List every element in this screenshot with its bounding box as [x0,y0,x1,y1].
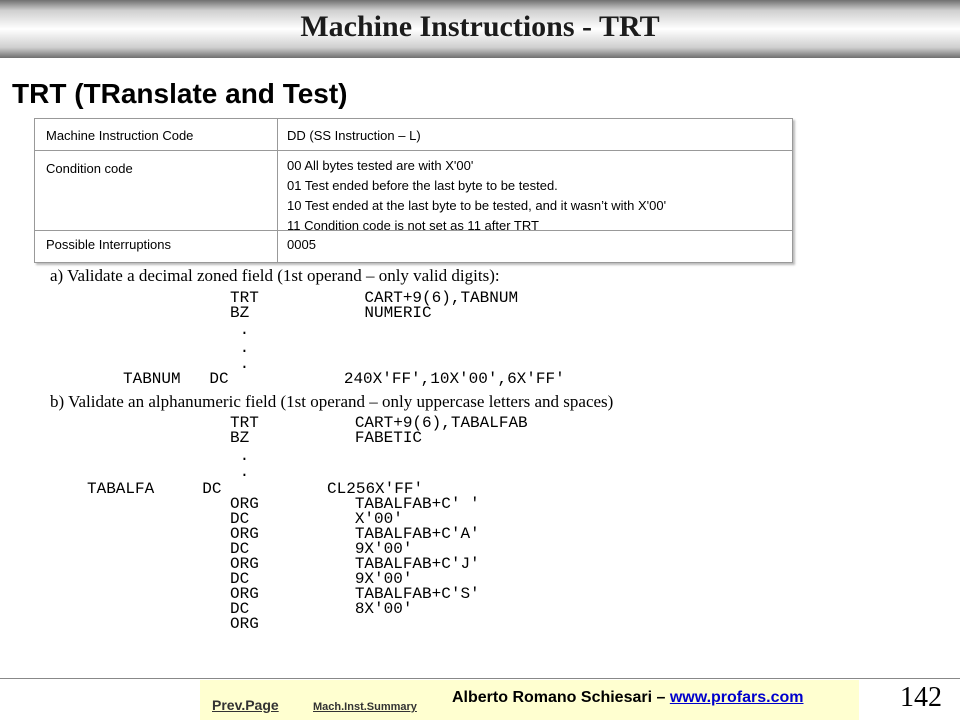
interruptions-label: Possible Interruptions [46,237,172,252]
code-line: . [230,321,250,339]
machine-code-label: Machine Instruction Code [46,128,194,143]
condition-code-label: Condition code [46,161,133,176]
summary-link[interactable]: Mach.Inst.Summary [313,701,417,713]
table-row-divider [35,150,792,151]
condition-code-line: 00 All bytes tested are with X'00' [287,158,474,173]
code-line: ORG [230,615,259,633]
code-line: . [230,463,250,481]
condition-code-line: 11 Condition code is not set as 11 after… [287,218,539,230]
interruptions-value: 0005 [287,237,316,252]
prev-page-link[interactable]: Prev.Page [212,697,279,713]
footer-divider [0,678,960,679]
subtitle: TRT (TRanslate and Test) [12,78,348,109]
section-b-heading: b) Validate an alphanumeric field (1st o… [50,392,614,411]
condition-code-line: 10 Test ended at the last byte to be tes… [287,198,667,213]
code-line: TABNUM DC 240X'FF',10X'00',6X'FF' [123,370,565,388]
page-number: 142 [900,682,942,713]
machine-code-value: DD (SS Instruction – L) [287,128,421,143]
slide-title: Machine Instructions - TRT [300,10,660,43]
code-line: . [230,447,250,465]
code-line: BZ NUMERIC [230,304,432,322]
table-column-divider [277,119,278,262]
author-name: Alberto Romano Schiesari – [452,689,670,706]
condition-code-line: 01 Test ended before the last byte to be… [287,178,558,193]
condition-code-values: 00 All bytes tested are with X'00' 01 Te… [287,156,666,230]
code-line: BZ FABETIC [230,429,423,447]
section-a-heading: a) Validate a decimal zoned field (1st o… [50,266,500,285]
table-row-divider [35,230,792,231]
website-link[interactable]: www.profars.com [670,689,804,706]
author-credit: Alberto Romano Schiesari – www.profars.c… [452,689,804,707]
instruction-info-table: Machine Instruction Code DD (SS Instruct… [34,118,793,263]
code-line: . [230,339,250,357]
